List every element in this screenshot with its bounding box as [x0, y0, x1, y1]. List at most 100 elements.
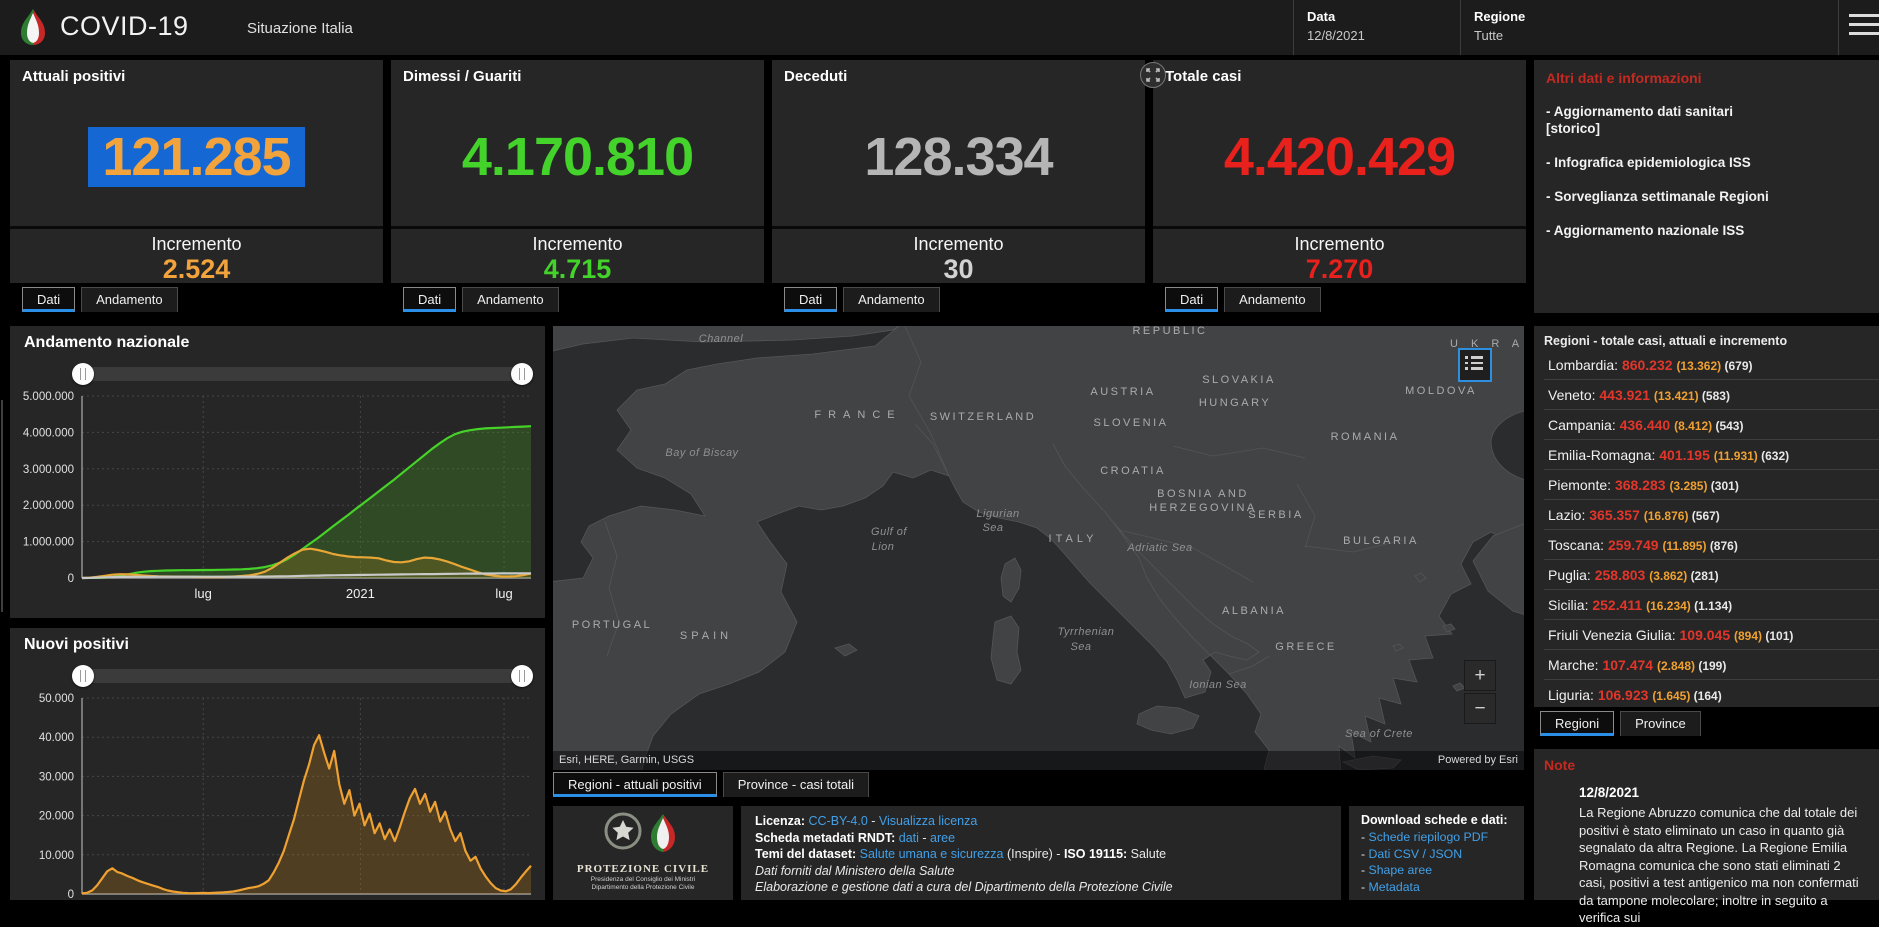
link[interactable]: Visualizza licenza	[879, 814, 977, 828]
download-link[interactable]: Metadata	[1369, 880, 1420, 894]
left-panel-edge	[1, 400, 3, 612]
map-label-adriatic-sea: Adriatic Sea	[1126, 542, 1192, 554]
svg-text:40.000: 40.000	[39, 732, 74, 744]
tab-regioni-attuali-positivi[interactable]: Regioni - attuali positivi	[553, 772, 717, 797]
page-subtitle: Situazione Italia	[247, 20, 353, 37]
region-row[interactable]: Sicilia: 252.411 (16.234) (1.134)	[1544, 590, 1879, 620]
link[interactable]: aree	[930, 831, 955, 845]
license-block: Licenza: CC-BY-4.0 - Visualizza licenza S…	[741, 806, 1341, 900]
svg-text:10.000: 10.000	[39, 850, 74, 862]
region-increment: (876)	[1710, 539, 1738, 553]
slider-track[interactable]	[82, 367, 523, 381]
zoom-out-button[interactable]: −	[1464, 693, 1496, 724]
region-row[interactable]: Piemonte: 368.283 (3.285) (301)	[1544, 470, 1879, 500]
altri-dati-link[interactable]: - Infografica epidemiologica ISS	[1546, 154, 1867, 171]
slider-handle-right[interactable]	[511, 363, 533, 385]
region-attuali: (2.848)	[1657, 659, 1698, 673]
tab-dati[interactable]: Dati	[22, 287, 75, 312]
region-row[interactable]: Puglia: 258.803 (3.862) (281)	[1544, 560, 1879, 590]
map-legend-button[interactable]	[1458, 348, 1492, 382]
download-link[interactable]: Schede riepilogo PDF	[1369, 830, 1489, 844]
tab-dati[interactable]: Dati	[784, 287, 837, 312]
region-name: Marche:	[1548, 657, 1602, 673]
header-divider	[1838, 0, 1839, 55]
card-deceduti: Deceduti 128.334 Incremento 30	[772, 60, 1145, 283]
tab-dati[interactable]: Dati	[1165, 287, 1218, 312]
altri-dati-link[interactable]: - Aggiornamento dati sanitari [storico]	[1546, 103, 1867, 137]
note-date: 12/8/2021	[1579, 785, 1859, 800]
zoom-in-button[interactable]: +	[1464, 660, 1496, 691]
divider	[10, 226, 383, 229]
svg-text:lug: lug	[495, 586, 512, 601]
svg-text:0: 0	[68, 573, 74, 585]
increment-value: 4.715	[391, 254, 764, 285]
slider-handle-left[interactable]	[72, 363, 94, 385]
region-row[interactable]: Liguria: 106.923 (1.645) (164)	[1544, 680, 1879, 707]
region-row[interactable]: Campania: 436.440 (8.412) (543)	[1544, 410, 1879, 440]
region-total: 443.921	[1599, 387, 1654, 403]
region-name: Lazio:	[1548, 507, 1589, 523]
region-row[interactable]: Emilia-Romagna: 401.195 (11.931) (632)	[1544, 440, 1879, 470]
map-label-herzegovina: HERZEGOVINA	[1149, 502, 1257, 514]
map-label-ligurian: Ligurian	[976, 508, 1019, 520]
tab-andamento[interactable]: Andamento	[843, 287, 940, 312]
tab-regioni[interactable]: Regioni	[1540, 711, 1614, 736]
region-row[interactable]: Veneto: 443.921 (13.421) (583)	[1544, 380, 1879, 410]
region-row[interactable]: Lazio: 365.357 (16.876) (567)	[1544, 500, 1879, 530]
increment-value: 2.524	[10, 254, 383, 285]
regione-label: Regione	[1474, 9, 1525, 24]
link[interactable]: dati	[899, 831, 919, 845]
map-label-spain: SPAIN	[680, 630, 732, 642]
region-increment: (543)	[1715, 419, 1743, 433]
altri-dati-link[interactable]: - Aggiornamento nazionale ISS	[1546, 222, 1867, 239]
tab-province[interactable]: Province	[1620, 711, 1701, 736]
license-line: Licenza: CC-BY-4.0 - Visualizza licenza	[755, 813, 1341, 830]
expand-icon[interactable]	[1140, 62, 1166, 88]
time-range-slider[interactable]	[72, 664, 533, 688]
regioni-list-panel[interactable]: Regioni - totale casi, attuali e increme…	[1534, 326, 1879, 707]
time-range-slider[interactable]	[72, 362, 533, 386]
link[interactable]: Salute umana e sicurezza	[860, 847, 1004, 861]
download-link[interactable]: Dati CSV / JSON	[1369, 847, 1463, 861]
tab-andamento[interactable]: Andamento	[81, 287, 178, 312]
powered-by-esri[interactable]: Powered by Esri	[1438, 751, 1518, 770]
license-line: Elaborazione e gestione dati a cura del …	[755, 879, 1341, 896]
note-title: Note	[1544, 757, 1869, 773]
map-label-greece: GREECE	[1275, 641, 1336, 653]
map-label-bay-of-biscay: Bay of Biscay	[665, 447, 739, 459]
slider-handle-left[interactable]	[72, 665, 94, 687]
download-link[interactable]: Shape aree	[1369, 863, 1433, 877]
region-row[interactable]: Lombardia: 860.232 (13.362) (679)	[1544, 350, 1879, 380]
map-label-slovakia: SLOVAKIA	[1202, 374, 1276, 386]
link[interactable]: CC-BY-4.0	[809, 814, 868, 828]
region-name: Friuli Venezia Giulia:	[1548, 627, 1680, 643]
region-attuali: (1.645)	[1652, 689, 1693, 703]
map-panel[interactable]: ChannelREPUBLICSLOVAKIAU K R AMOLDOVAAUS…	[553, 326, 1524, 770]
andamento-nazionale-chart: 01.000.0002.000.0003.000.0004.000.0005.0…	[10, 386, 545, 612]
menu-icon[interactable]	[1849, 14, 1879, 41]
europe-map[interactable]: ChannelREPUBLICSLOVAKIAU K R AMOLDOVAAUS…	[553, 326, 1524, 770]
tab-province-casi-totali[interactable]: Province - casi totali	[723, 772, 869, 797]
svg-text:lug: lug	[195, 586, 212, 601]
region-total: 368.283	[1615, 477, 1670, 493]
regione-value[interactable]: Tutte	[1474, 28, 1525, 43]
slider-handle-right[interactable]	[511, 665, 533, 687]
tab-dati[interactable]: Dati	[403, 287, 456, 312]
region-name: Toscana:	[1548, 537, 1608, 553]
slider-track[interactable]	[82, 669, 523, 683]
altri-dati-link[interactable]: - Sorveglianza settimanale Regioni	[1546, 188, 1867, 205]
card-value: 128.334	[772, 96, 1145, 218]
region-row[interactable]: Friuli Venezia Giulia: 109.045 (894) (10…	[1544, 620, 1879, 650]
divider	[772, 226, 1145, 229]
tab-andamento[interactable]: Andamento	[462, 287, 559, 312]
region-row[interactable]: Marche: 107.474 (2.848) (199)	[1544, 650, 1879, 680]
card-value: 121.285	[10, 96, 383, 218]
header-divider	[1460, 0, 1461, 55]
region-attuali: (3.285)	[1669, 479, 1710, 493]
region-row[interactable]: Toscana: 259.749 (11.895) (876)	[1544, 530, 1879, 560]
region-name: Sicilia:	[1548, 597, 1592, 613]
tab-andamento[interactable]: Andamento	[1224, 287, 1321, 312]
map-label-channel: Channel	[699, 333, 744, 345]
svg-text:2.000.000: 2.000.000	[23, 500, 74, 512]
region-total: 109.045	[1680, 627, 1735, 643]
